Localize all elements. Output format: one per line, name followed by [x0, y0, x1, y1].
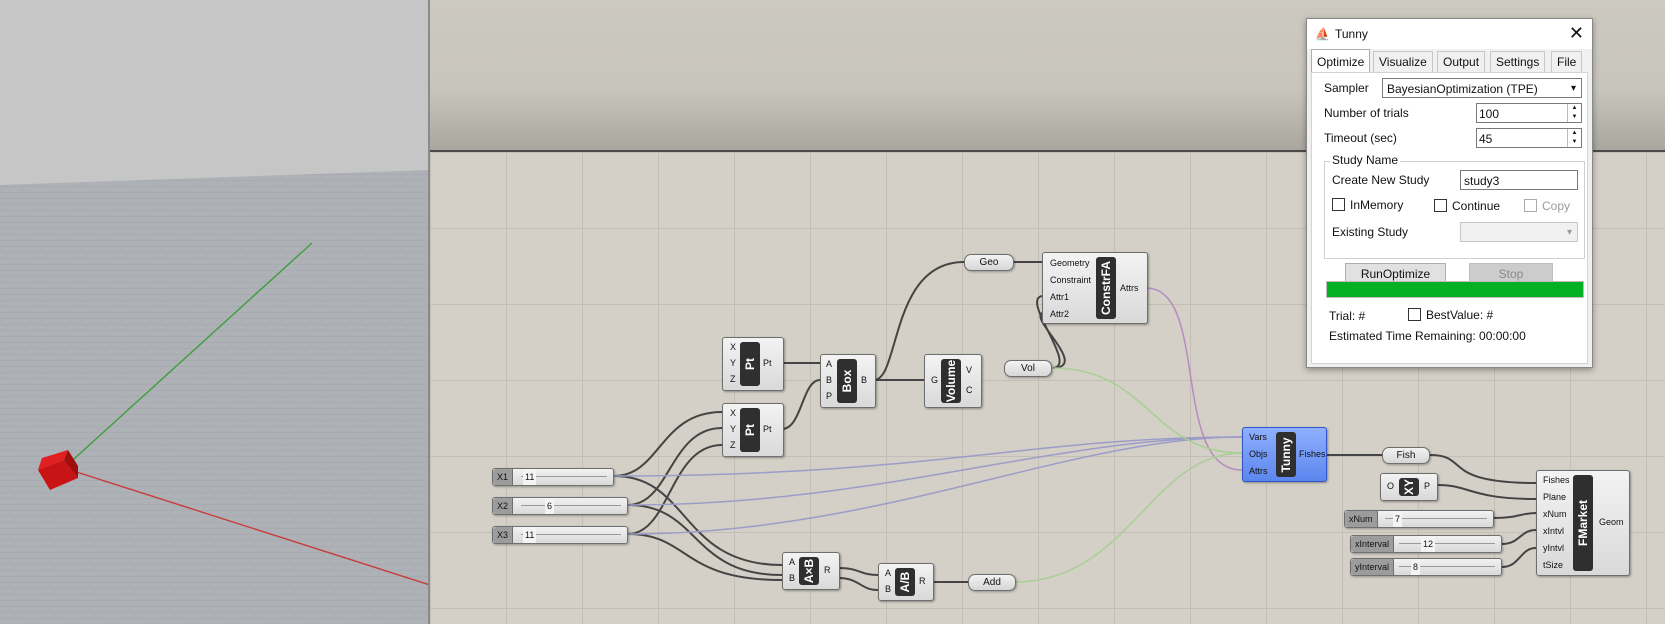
inmemory-checkbox[interactable]: InMemory [1332, 198, 1403, 212]
slider-xinterval[interactable]: xInterval 12 [1350, 535, 1502, 553]
close-icon[interactable]: ✕ [1569, 23, 1584, 44]
trials-stepper[interactable]: 100 ▲ ▼ [1476, 103, 1582, 123]
create-study-label: Create New Study [1332, 173, 1430, 187]
fmarket-component[interactable]: Fishes Plane xNum xIntvl yIntvl tSize FM… [1536, 470, 1630, 576]
box-component[interactable]: A B P Box B [820, 354, 876, 408]
rhino-viewport[interactable] [0, 0, 430, 624]
timeout-stepper[interactable]: 45 ▲ ▼ [1476, 128, 1582, 148]
mult-nickname: A×B [799, 557, 819, 585]
wire [1501, 547, 1537, 568]
slider-value: 11 [523, 469, 537, 485]
sampler-label: Sampler [1324, 81, 1369, 95]
wire [1013, 452, 1243, 583]
geo-param[interactable]: Geo [964, 254, 1014, 271]
constrfa-nickname: ConstrFA [1096, 257, 1116, 319]
slider-yinterval[interactable]: yInterval 8 [1350, 558, 1502, 576]
pt-nickname: Pt [740, 408, 760, 452]
wire [781, 379, 821, 430]
wire [613, 411, 723, 477]
wire [837, 567, 879, 576]
slider-value: 11 [523, 527, 537, 543]
progress-fill [1327, 282, 1583, 297]
chevron-down-icon: ▾ [1566, 227, 1572, 238]
slider-value: 7 [1393, 511, 1403, 527]
progress-bar [1326, 281, 1584, 298]
wire [613, 436, 1243, 477]
spin-arrows-icon[interactable]: ▲ ▼ [1567, 129, 1581, 147]
pt-component-2[interactable]: X Y Z Pt Pt [722, 403, 784, 457]
tab-settings[interactable]: Settings [1490, 51, 1546, 73]
slider-value: 6 [545, 498, 555, 514]
run-optimize-button[interactable]: RunOptimize [1345, 263, 1446, 283]
tunny-dialog: ⛵ Tunny ✕ Optimize Visualize Output Sett… [1306, 18, 1593, 368]
study-name-input[interactable]: study3 [1460, 170, 1578, 190]
time-remaining-label: Estimated Time Remaining: 00:00:00 [1329, 329, 1526, 343]
vol-param[interactable]: Vol [1004, 360, 1052, 377]
xy-plane-component[interactable]: O XY P [1380, 473, 1438, 501]
fish-param[interactable]: Fish [1382, 447, 1430, 464]
existing-study-select[interactable]: ▾ [1460, 222, 1578, 242]
xy-nickname: XY [1399, 478, 1419, 496]
slider-x3[interactable]: X3 11 [492, 526, 628, 544]
existing-study-label: Existing Study [1332, 225, 1409, 239]
tab-optimize[interactable]: Optimize [1311, 49, 1371, 73]
slider-xnum[interactable]: xNum 7 [1344, 510, 1494, 528]
slider-value: 8 [1411, 559, 1421, 575]
viewport-scene [0, 0, 428, 624]
dialog-titlebar[interactable]: ⛵ Tunny ✕ [1307, 19, 1592, 49]
tunny-nickname: Tunny [1276, 432, 1296, 477]
tab-file[interactable]: File [1551, 51, 1583, 73]
add-param[interactable]: Add [968, 574, 1016, 591]
stop-button[interactable]: Stop [1469, 263, 1553, 283]
tab-visualize[interactable]: Visualize [1373, 51, 1433, 73]
slider-x2[interactable]: X2 6 [492, 497, 628, 515]
study-group-title: Study Name [1330, 153, 1401, 167]
wire [1437, 484, 1537, 500]
optimize-tab-panel: Sampler BayesianOptimization (TPE) ▾ Num… [1311, 72, 1588, 364]
constrfa-component[interactable]: Geometry Constraint Attr1 Attr2 ConstrFA… [1042, 252, 1148, 324]
spin-arrows-icon[interactable]: ▲ ▼ [1567, 104, 1581, 122]
copy-checkbox[interactable]: Copy [1524, 199, 1570, 213]
chevron-down-icon: ▾ [1570, 83, 1576, 94]
volume-component[interactable]: G Volume V C [924, 354, 982, 408]
tab-output[interactable]: Output [1437, 51, 1486, 73]
wire [627, 436, 1243, 506]
sampler-select[interactable]: BayesianOptimization (TPE) ▾ [1382, 78, 1582, 98]
volume-nickname: Volume [941, 359, 961, 403]
wire [613, 475, 783, 566]
trial-label: Trial: # [1329, 309, 1366, 323]
pt-component-1[interactable]: X Y Z Pt Pt [722, 337, 784, 391]
pt-nickname: Pt [740, 342, 760, 386]
tunny-app-icon: ⛵ [1315, 27, 1330, 41]
wire [837, 577, 879, 591]
trials-label: Number of trials [1324, 106, 1409, 120]
timeout-label: Timeout (sec) [1324, 131, 1397, 145]
fmarket-nickname: FMarket [1573, 475, 1593, 571]
division-component[interactable]: A B A/B R [878, 563, 934, 601]
wire [627, 436, 1243, 535]
div-nickname: A/B [895, 568, 915, 596]
dialog-title: Tunny [1335, 27, 1368, 41]
wire [1492, 512, 1537, 519]
tunny-component[interactable]: Vars Objs Attrs Tunny Fishes [1242, 427, 1327, 482]
wire [1429, 454, 1537, 484]
slider-x1[interactable]: X1 11 [492, 468, 614, 486]
best-value-checkbox[interactable]: BestValue: # [1408, 308, 1493, 322]
continue-checkbox[interactable]: Continue [1434, 199, 1500, 213]
slider-value: 12 [1421, 536, 1436, 552]
wire [1501, 529, 1537, 545]
box-nickname: Box [837, 359, 857, 403]
multiplication-component[interactable]: A B A×B R [782, 552, 840, 590]
